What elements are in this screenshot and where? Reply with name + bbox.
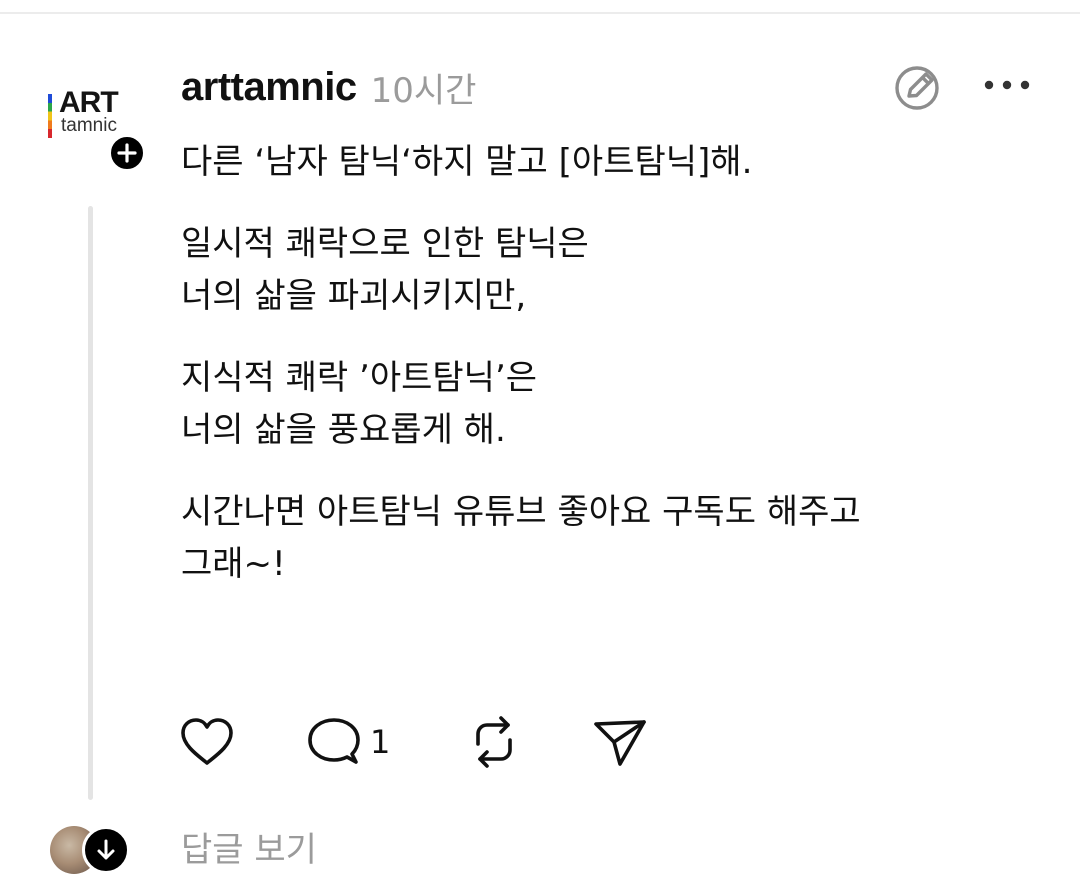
logo-text: ART bbox=[59, 86, 119, 119]
post-header: arttamnic 10시간 bbox=[181, 62, 476, 112]
post-paragraph: 지식적 쾌락 ’아트탐닉’은 너의 삶을 풍요롭게 해. bbox=[181, 358, 538, 450]
logo-subtext: tamnic bbox=[61, 116, 117, 136]
repost-icon bbox=[476, 716, 512, 768]
post-paragraph: 다른 ‘남자 탐닉‘하지 말고 [아트탐닉]해. bbox=[181, 142, 753, 182]
reply-count: 1 bbox=[370, 723, 391, 761]
heart-icon bbox=[181, 718, 233, 765]
share-button[interactable] bbox=[592, 712, 648, 772]
arrow-down-icon bbox=[97, 839, 115, 860]
top-divider bbox=[0, 12, 1080, 14]
comment-icon bbox=[308, 718, 360, 764]
repost-button[interactable] bbox=[466, 712, 522, 772]
post-actions: 1 bbox=[178, 712, 678, 772]
post-content: 다른 ‘남자 탐닉‘하지 말고 [아트탐닉]해. 일시적 쾌락으로 인한 탐닉은… bbox=[181, 136, 1041, 590]
edit-icon[interactable] bbox=[891, 60, 945, 114]
post-paragraph: 일시적 쾌락으로 인한 탐닉은 너의 삶을 파괴시키지만, bbox=[181, 224, 589, 316]
like-button[interactable] bbox=[178, 712, 236, 772]
post-paragraph: 시간나면 아트탐닉 유튜브 좋아요 구독도 해주고 그래~! bbox=[181, 492, 861, 584]
reply-button[interactable]: 1 bbox=[306, 712, 390, 772]
follow-button[interactable] bbox=[108, 134, 146, 172]
logo-color-bar bbox=[48, 94, 52, 138]
more-options-icon[interactable] bbox=[982, 70, 1032, 100]
send-icon bbox=[594, 720, 646, 766]
timestamp: 10시간 bbox=[370, 70, 477, 111]
expand-replies-button[interactable] bbox=[82, 826, 130, 874]
username[interactable]: arttamnic bbox=[181, 65, 357, 110]
view-replies-row[interactable]: 답글 보기 bbox=[50, 822, 450, 878]
thread-line bbox=[88, 206, 93, 800]
view-replies-link[interactable]: 답글 보기 bbox=[181, 822, 317, 878]
plus-icon bbox=[117, 143, 137, 163]
